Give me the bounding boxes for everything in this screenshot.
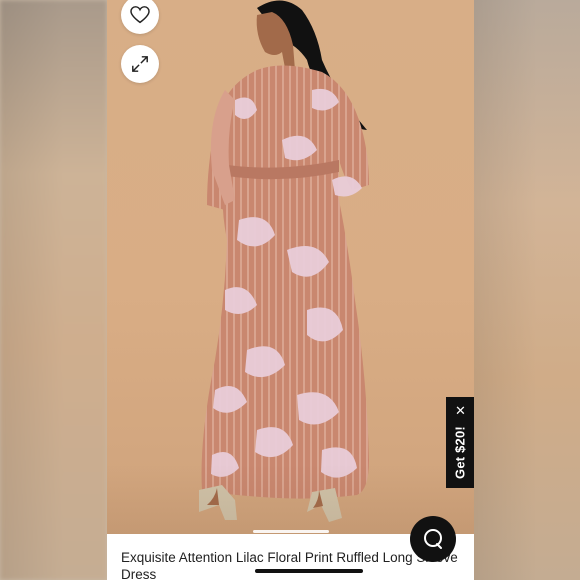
expand-image-button[interactable] — [121, 45, 159, 83]
chat-button[interactable] — [410, 516, 456, 562]
product-screen: ✕ Get $20! Exquisite Attention Lilac Flo… — [107, 0, 474, 580]
promo-label[interactable]: Get $20! — [453, 415, 468, 491]
product-title: Exquisite Attention Lilac Floral Print R… — [121, 550, 458, 580]
blurred-background-right — [474, 0, 580, 580]
home-indicator — [255, 569, 363, 573]
expand-icon — [132, 56, 148, 72]
heart-icon — [130, 6, 150, 24]
chat-icon — [424, 529, 442, 549]
promo-tab[interactable]: ✕ Get $20! — [446, 397, 474, 488]
blurred-background-left — [0, 0, 107, 580]
product-image[interactable] — [107, 0, 474, 534]
model-photo — [199, 0, 369, 522]
image-pager-indicator — [253, 530, 329, 533]
